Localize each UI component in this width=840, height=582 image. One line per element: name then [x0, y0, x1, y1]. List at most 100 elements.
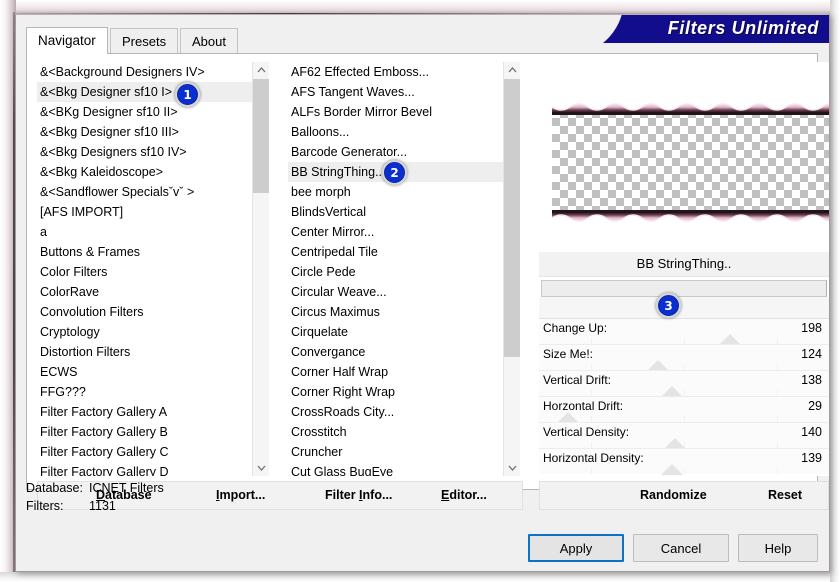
category-item[interactable]: ECWS [37, 362, 252, 382]
category-item[interactable]: FFG??? [37, 382, 252, 402]
parameter-value: 29 [808, 399, 822, 413]
status-database-value: ICNET Filters [89, 481, 164, 495]
filter-item[interactable]: Crosstitch [288, 422, 503, 442]
preview-pane[interactable] [539, 62, 829, 252]
filter-item[interactable]: Center Mirror... [288, 222, 503, 242]
parameter-label: Vertical Density: [543, 425, 630, 439]
parameter-pane: BB StringThing.. Change Up: 198 Size Me!: 1… [539, 252, 829, 476]
filter-item[interactable]: ALFs Border Mirror Bevel [288, 102, 503, 122]
category-list-items[interactable]: &<Background Designers IV> &<Bkg Designer… [37, 62, 252, 476]
preset-combo[interactable] [541, 280, 827, 297]
callout-badge-3: 3 [656, 293, 681, 318]
category-item[interactable]: &<Bkg Kaleidoscope> [37, 162, 252, 182]
cancel-button[interactable]: Cancel [633, 534, 729, 562]
category-item[interactable]: Distortion Filters [37, 342, 252, 362]
parameter-row[interactable]: Vertical Density: 140 [539, 422, 829, 449]
category-item[interactable]: Filter Factory Gallery A [37, 402, 252, 422]
category-item[interactable]: Filter Factory Gallery D [37, 462, 252, 476]
filter-item[interactable]: Convergance [288, 342, 503, 362]
filter-item[interactable]: Centripedal Tile [288, 242, 503, 262]
status-database-label: Database: [26, 481, 83, 495]
parameter-row[interactable]: Change Up: 198 [539, 318, 829, 345]
category-item[interactable]: ColorRave [37, 282, 252, 302]
parameter-label: Horzontal Drift: [543, 399, 624, 413]
filter-item[interactable]: Cruncher [288, 442, 503, 462]
app-root: Filters Unlimited Navigator Presets About … [0, 0, 840, 582]
category-item[interactable]: [AFS IMPORT] [37, 202, 252, 222]
filter-item[interactable]: AFS Tangent Waves... [288, 82, 503, 102]
filter-item[interactable]: Corner Half Wrap [288, 362, 503, 382]
filter-item[interactable]: Circus Maximus [288, 302, 503, 322]
filter-item[interactable]: AF62 Effected Emboss... [288, 62, 503, 82]
category-listbox[interactable]: &<Background Designers IV> &<Bkg Designer… [37, 62, 269, 476]
parameter-value: 140 [801, 425, 822, 439]
parameter-label: Vertical Drift: [543, 373, 612, 387]
filter-item[interactable]: Corner Right Wrap [288, 382, 503, 402]
filter-item[interactable]: Cut Glass BugEye [288, 462, 503, 476]
category-item[interactable]: Filter Factory Gallery B [37, 422, 252, 442]
filter-item[interactable]: Circular Weave... [288, 282, 503, 302]
filter-listbox[interactable]: AF62 Effected Emboss... AFS Tangent Waves… [288, 62, 520, 476]
category-scroll-thumb[interactable] [253, 79, 269, 193]
parameter-row[interactable]: Size Me!: 124 [539, 344, 829, 371]
apply-button[interactable]: Apply [528, 534, 624, 562]
tab-navigator[interactable]: Navigator [26, 27, 108, 54]
slider-thumb[interactable] [661, 464, 684, 475]
desktop-edge-top [0, 0, 840, 14]
filter-item[interactable]: Balloons... [288, 122, 503, 142]
tab-presets[interactable]: Presets [110, 28, 179, 53]
desktop-edge-right [830, 0, 840, 582]
help-button[interactable]: Help [738, 534, 818, 562]
status-area: Database: ICNET Filters Filters: 1131 [26, 481, 818, 521]
parameter-rows: Change Up: 198 Size Me!: 124 Vertical Drift:… [539, 318, 829, 475]
filter-list-items[interactable]: AF62 Effected Emboss... AFS Tangent Waves… [288, 62, 503, 476]
status-filters-value: 1131 [89, 499, 116, 513]
category-item[interactable]: &<Bkg Designers sf10 IV> [37, 142, 252, 162]
category-item[interactable]: Filter Factory Gallery C [37, 442, 252, 462]
category-item[interactable]: a [37, 222, 252, 242]
parameter-pane-title: BB StringThing.. [539, 252, 829, 277]
category-item[interactable]: Color Filters [37, 262, 252, 282]
app-banner: Filters Unlimited [590, 15, 829, 43]
parameter-row[interactable]: Vertical Drift: 138 [539, 370, 829, 397]
filter-item[interactable]: Circle Pede [288, 262, 503, 282]
filter-scrollbar[interactable] [503, 62, 520, 476]
slider-tick [776, 468, 778, 474]
parameter-value: 138 [801, 373, 822, 387]
filter-scroll-thumb[interactable] [504, 79, 520, 357]
wave-border-bottom [552, 210, 829, 222]
wave-border-top [552, 103, 829, 115]
filter-item[interactable]: Barcode Generator... [288, 142, 503, 162]
parameter-row[interactable]: Horizontal Density: 139 [539, 448, 829, 475]
category-item[interactable]: &<Sandflower Specialsˇvˇ > [37, 182, 252, 202]
parameter-value: 198 [801, 321, 822, 335]
scroll-up-icon[interactable] [504, 62, 520, 78]
parameter-row[interactable]: Horzontal Drift: 29 [539, 396, 829, 423]
slider-tick [591, 468, 593, 474]
filter-item[interactable]: BlindsVertical [288, 202, 503, 222]
parameter-label: Change Up: [543, 321, 608, 335]
category-item[interactable]: Cryptology [37, 322, 252, 342]
filters-unlimited-window: Filters Unlimited Navigator Presets About … [15, 14, 830, 572]
parameter-label: Size Me!: [543, 347, 594, 361]
preview-image [552, 102, 829, 222]
parameter-spacer [539, 297, 829, 318]
callout-badge-2: 2 [382, 160, 407, 185]
filter-item[interactable]: bee morph [288, 182, 503, 202]
category-item[interactable]: Buttons & Frames [37, 242, 252, 262]
category-item[interactable]: &<Background Designers IV> [37, 62, 252, 82]
parameter-value: 139 [801, 451, 822, 465]
tab-about[interactable]: About [180, 28, 238, 53]
category-item[interactable]: &<Bkg Designer sf10 I> [37, 82, 252, 102]
scroll-down-icon[interactable] [504, 460, 520, 476]
scroll-up-icon[interactable] [253, 62, 269, 78]
category-item[interactable]: &<BKg Designer sf10 II> [37, 102, 252, 122]
navigator-panel: &<Background Designers IV> &<Bkg Designer… [26, 53, 829, 510]
desktop-edge-bottom [0, 572, 840, 582]
category-item[interactable]: &<Bkg Designer sf10 III> [37, 122, 252, 142]
scroll-down-icon[interactable] [253, 460, 269, 476]
filter-item[interactable]: CrossRoads City... [288, 402, 503, 422]
filter-item[interactable]: Cirquelate [288, 322, 503, 342]
category-item[interactable]: Convolution Filters [37, 302, 252, 322]
category-scrollbar[interactable] [252, 62, 269, 476]
